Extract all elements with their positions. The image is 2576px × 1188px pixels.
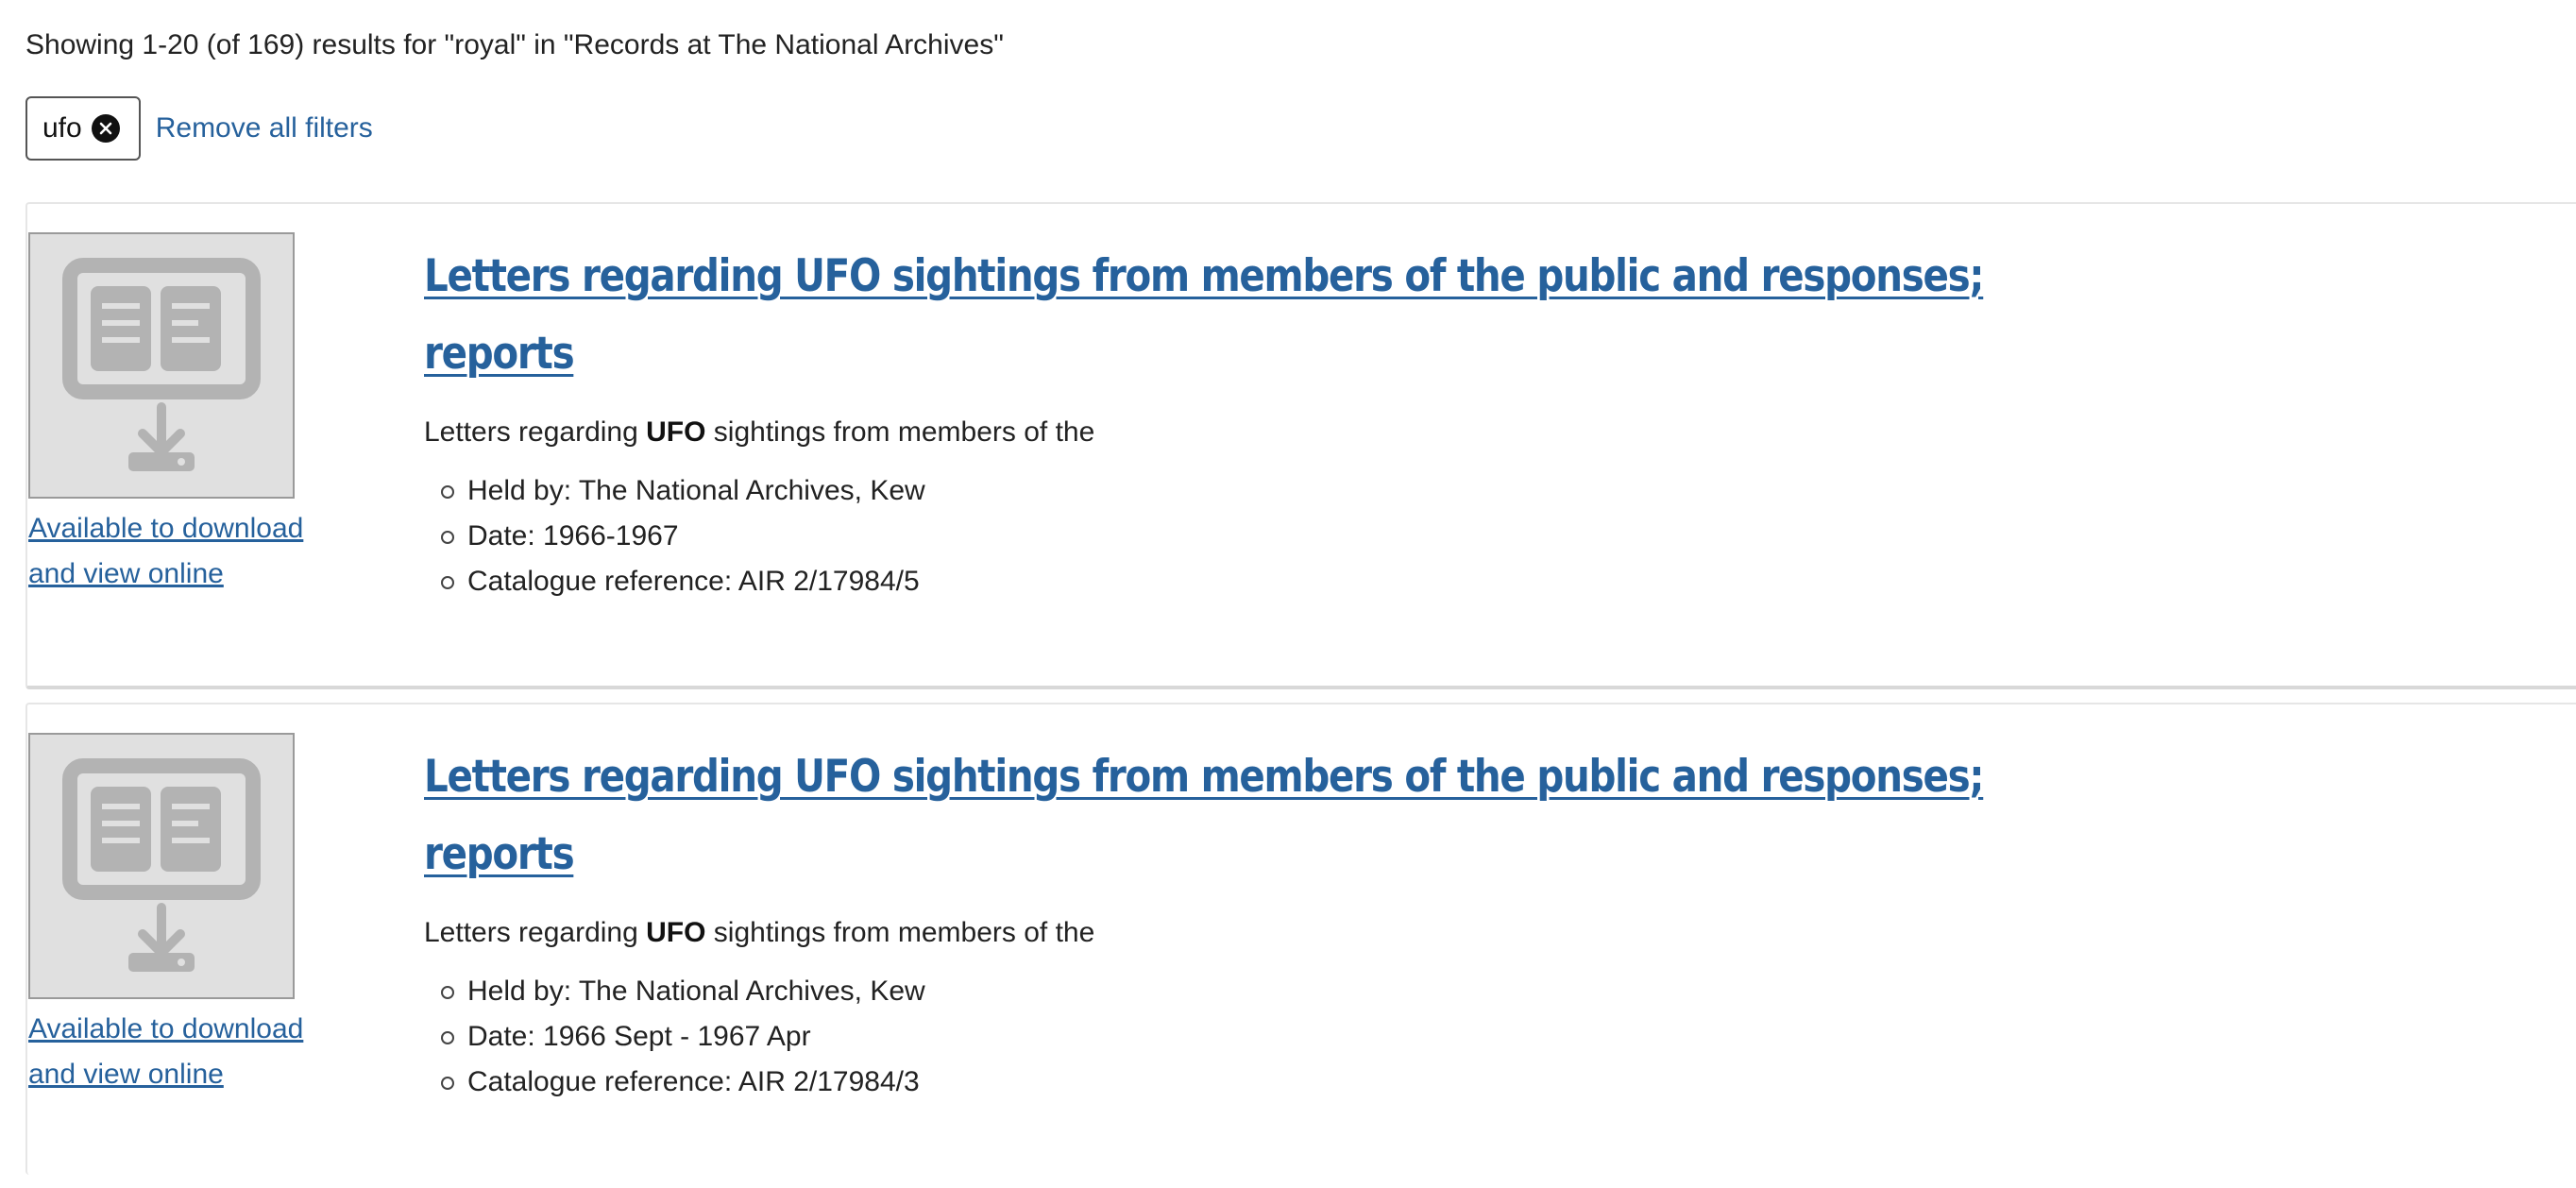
result-metadata: Held by: The National Archives, Kew Date… [424,468,2029,604]
remove-all-filters-link[interactable]: Remove all filters [156,112,373,144]
active-filters: ufo Remove all filters [25,96,373,161]
snippet-text: sightings from members of the [705,917,1095,948]
digital-download-icon [62,258,261,471]
result-title-link[interactable]: Letters regarding UFO sightings from mem… [424,238,2016,393]
available-online-link[interactable]: Available to download and view online [28,506,340,597]
result-snippet: Letters regarding UFO sightings from mem… [424,914,2029,952]
result-title-link[interactable]: Letters regarding UFO sightings from mem… [424,738,2016,893]
held-by: Held by: The National Archives, Kew [441,969,2029,1014]
filter-chip-ufo[interactable]: ufo [25,96,141,161]
result-snippet: Letters regarding UFO sightings from mem… [424,414,2029,451]
result-card: Available to download and view online Le… [25,703,2576,1175]
results-list: Available to download and view online Le… [25,202,2576,1188]
catalogue-reference: Catalogue reference: AIR 2/17984/5 [441,559,2029,604]
thumbnail[interactable] [28,232,295,499]
filter-chip-label: ufo [42,112,82,144]
held-by: Held by: The National Archives, Kew [441,468,2029,514]
available-online-link[interactable]: Available to download and view online [28,1007,340,1097]
close-circle-icon[interactable] [91,114,120,143]
snippet-text: Letters regarding [424,917,647,948]
record-date: Date: 1966 Sept - 1967 Apr [441,1014,2029,1060]
catalogue-reference: Catalogue reference: AIR 2/17984/3 [441,1060,2029,1105]
thumbnail[interactable] [28,733,295,999]
result-card: Available to download and view online Le… [25,202,2576,689]
results-summary: Showing 1-20 (of 169) results for "royal… [25,29,1004,60]
digital-download-icon [62,758,261,972]
snippet-text: Letters regarding [424,416,647,448]
result-metadata: Held by: The National Archives, Kew Date… [424,969,2029,1105]
snippet-highlight: UFO [646,917,706,948]
record-date: Date: 1966-1967 [441,514,2029,559]
result-content: Letters regarding UFO sightings from mem… [424,738,2029,1105]
snippet-highlight: UFO [646,416,706,448]
snippet-text: sightings from members of the [705,416,1095,448]
result-content: Letters regarding UFO sightings from mem… [424,238,2029,604]
